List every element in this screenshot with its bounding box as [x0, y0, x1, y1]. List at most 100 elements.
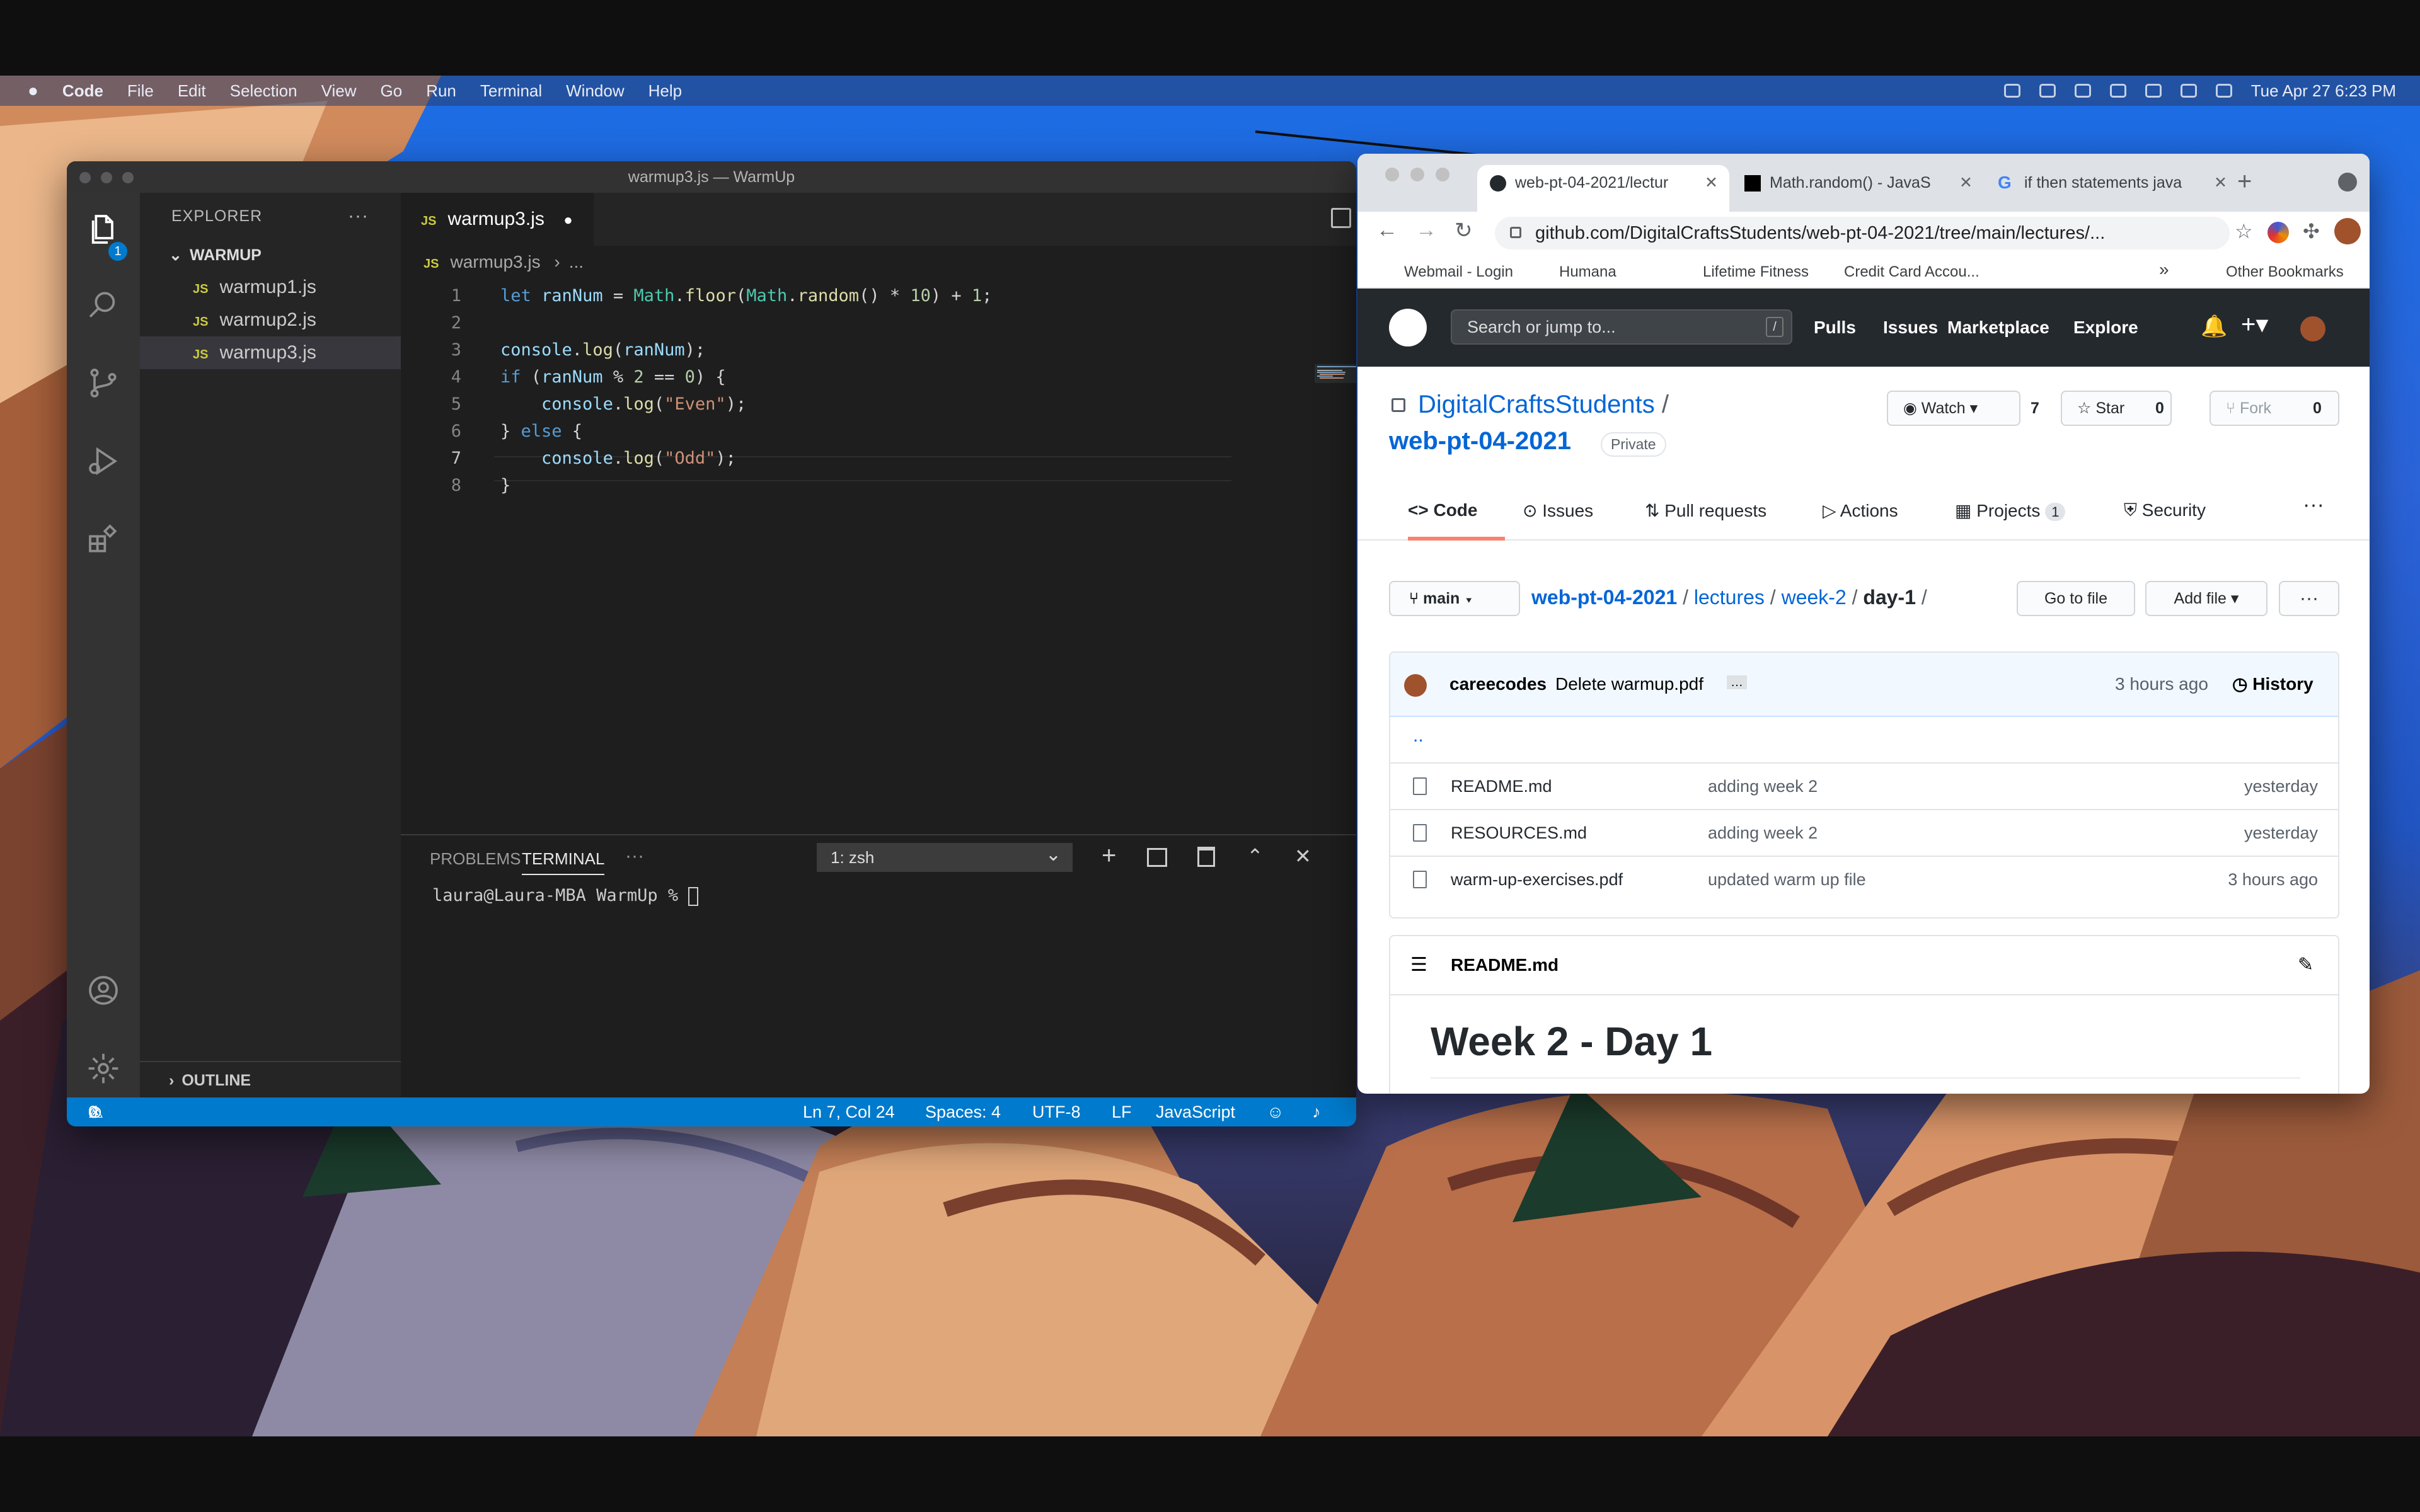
split-editor-icon[interactable] — [1331, 208, 1351, 228]
zoom-window-button[interactable] — [122, 172, 134, 183]
tab-code[interactable]: <> Code — [1408, 500, 1477, 520]
more-tabs-icon[interactable]: ··· — [2303, 493, 2324, 517]
tab-problems[interactable]: PROBLEMS — [430, 849, 521, 869]
folder-warmup[interactable]: ⌄ WARMUP — [140, 239, 401, 271]
code-line[interactable]: } — [500, 476, 510, 495]
back-icon[interactable]: ← — [1376, 218, 1398, 243]
bookmark-humana[interactable]: Humana — [1559, 263, 1616, 281]
unsaved-dot-icon[interactable]: ● — [563, 212, 573, 229]
menu-view[interactable]: View — [321, 81, 357, 101]
tab-actions[interactable]: ▷ Actions — [1823, 500, 1898, 521]
bookmark-lifetime[interactable]: Lifetime Fitness — [1703, 263, 1809, 281]
trash-icon[interactable] — [1197, 847, 1215, 867]
new-tab-button[interactable]: + — [2237, 168, 2252, 196]
zoom-window-button[interactable] — [1436, 168, 1449, 181]
nav-issues[interactable]: Issues — [1883, 318, 1938, 338]
fork-button[interactable]: ⑂ Fork 0 — [2210, 391, 2339, 426]
more-options-button[interactable]: ··· — [2279, 581, 2339, 616]
bell-icon[interactable]: ♪ — [1312, 1097, 1321, 1126]
editor-tab-warmup3[interactable]: JS warmup3.js ● — [401, 193, 594, 246]
bookmark-other[interactable]: Other Bookmarks — [2226, 263, 2344, 281]
file-commit-message[interactable]: adding week 2 — [1708, 810, 1818, 856]
file-row[interactable]: RESOURCES.md adding week 2 yesterday — [1390, 810, 2338, 857]
list-icon[interactable]: ☰ — [1410, 936, 1427, 994]
tab-projects[interactable]: ▦ Projects 1 — [1955, 500, 2066, 521]
browser-tab-mdn[interactable]: Math.random() - JavaS ✕ — [1732, 165, 1984, 212]
close-window-button[interactable] — [1385, 168, 1399, 181]
puzzle-icon[interactable]: ✣ — [2303, 219, 2320, 243]
feedback-icon[interactable]: ☺ — [1267, 1097, 1284, 1126]
browser-tab-github[interactable]: web-pt-04-2021/lectur ✕ — [1477, 165, 1729, 212]
file-item[interactable]: JS warmup2.js — [140, 304, 401, 336]
accounts-icon[interactable] — [86, 973, 121, 1008]
url-field[interactable]: github.com/DigitalCraftsStudents/web-pt-… — [1495, 217, 2230, 249]
github-logo-icon[interactable] — [1389, 309, 1427, 346]
code-line[interactable]: console.log("Even"); — [500, 394, 746, 414]
split-terminal-icon[interactable] — [1147, 848, 1167, 867]
nav-explore[interactable]: Explore — [2073, 318, 2138, 338]
star-button[interactable]: ☆ Star 0 — [2061, 391, 2172, 426]
menu-selection[interactable]: Selection — [230, 81, 297, 101]
watch-button[interactable]: ◉ Watch ▾ 7 — [1887, 391, 2039, 426]
close-tab-icon[interactable]: ✕ — [1959, 165, 1973, 200]
nav-marketplace[interactable]: Marketplace — [1947, 318, 2049, 338]
new-terminal-icon[interactable]: + — [1102, 842, 1116, 870]
gear-icon[interactable] — [86, 1051, 121, 1086]
branch-select[interactable]: ⑂ main ▾ — [1389, 581, 1520, 616]
outline-section[interactable]: › OUTLINE — [140, 1061, 401, 1097]
close-tab-icon[interactable]: ✕ — [2214, 165, 2227, 200]
create-new-icon[interactable]: +▾ — [2241, 310, 2268, 339]
control-center-icon[interactable] — [2215, 84, 2232, 98]
avatar[interactable] — [2334, 218, 2361, 244]
bookmark-webmail[interactable]: Webmail - Login — [1404, 263, 1513, 281]
file-commit-message[interactable]: updated warm up file — [1708, 857, 1866, 902]
maximize-panel-icon[interactable]: ⌃ — [1247, 844, 1264, 868]
terminal-select[interactable]: 1: zsh ⌄ — [817, 843, 1073, 872]
parent-dir-row[interactable]: .. — [1390, 717, 2338, 764]
avatar[interactable] — [2300, 316, 2325, 341]
line-ending[interactable]: LF — [1112, 1097, 1132, 1126]
menu-window[interactable]: Window — [566, 81, 624, 101]
close-panel-icon[interactable]: ✕ — [1294, 844, 1311, 868]
close-tab-icon[interactable]: ✕ — [1705, 165, 1718, 200]
menu-clock[interactable]: Tue Apr 27 6:23 PM — [2251, 81, 2396, 101]
spotlight-icon[interactable] — [2180, 84, 2197, 98]
tab-search-icon[interactable] — [2338, 173, 2357, 192]
tab-pull-requests[interactable]: ⇅ Pull requests — [1645, 500, 1766, 521]
parent-dir-link[interactable]: .. — [1413, 725, 1424, 746]
file-item[interactable]: JS warmup1.js — [140, 271, 401, 304]
forward-icon[interactable]: → — [1415, 218, 1437, 243]
file-item-active[interactable]: JS warmup3.js — [140, 336, 401, 369]
more-actions-icon[interactable]: ··· — [625, 845, 644, 867]
tab-terminal[interactable]: TERMINAL — [522, 849, 605, 875]
pencil-icon[interactable]: ✎ — [2298, 936, 2313, 994]
nav-pulls[interactable]: Pulls — [1814, 318, 1856, 338]
terminal[interactable]: laura@Laura-MBA WarmUp % — [401, 878, 1356, 906]
extension-icon[interactable] — [2267, 222, 2289, 243]
code-line[interactable]: if (ranNum % 2 == 0) { — [500, 367, 726, 387]
search-icon[interactable] — [86, 287, 121, 323]
file-row[interactable]: README.md adding week 2 yesterday — [1390, 764, 2338, 810]
repo-name[interactable]: web-pt-04-2021 — [1389, 427, 1571, 455]
minimize-window-button[interactable] — [1410, 168, 1424, 181]
github-search-input[interactable]: Search or jump to... / — [1451, 309, 1792, 345]
code-line[interactable]: } else { — [500, 421, 582, 441]
bluetooth-icon[interactable] — [2074, 84, 2091, 98]
menu-run[interactable]: Run — [426, 81, 456, 101]
code-line[interactable]: let ranNum = Math.floor(Math.random() * … — [500, 286, 992, 306]
apple-icon[interactable]: ● — [28, 81, 38, 101]
code-line[interactable]: console.log("Odd"); — [500, 449, 736, 468]
encoding[interactable]: UTF-8 — [1032, 1097, 1081, 1126]
bell-icon[interactable]: 🔔 — [2201, 314, 2227, 339]
source-control-icon[interactable] — [86, 365, 121, 401]
add-file-button[interactable]: Add file ▾ — [2145, 581, 2267, 616]
expand-commit-icon[interactable]: … — [1727, 675, 1747, 689]
menu-help[interactable]: Help — [648, 81, 682, 101]
battery-icon[interactable] — [2109, 84, 2126, 98]
more-bookmarks-icon[interactable]: » — [2159, 260, 2169, 280]
commit-message[interactable]: Delete warmup.pdf — [1555, 653, 1703, 716]
file-name-link[interactable]: RESOURCES.md — [1451, 810, 1587, 856]
code-line[interactable]: console.log(ranNum); — [500, 340, 705, 360]
path-week[interactable]: week-2 — [1782, 586, 1847, 609]
bookmark-credit-card[interactable]: Credit Card Accou... — [1844, 263, 1979, 281]
